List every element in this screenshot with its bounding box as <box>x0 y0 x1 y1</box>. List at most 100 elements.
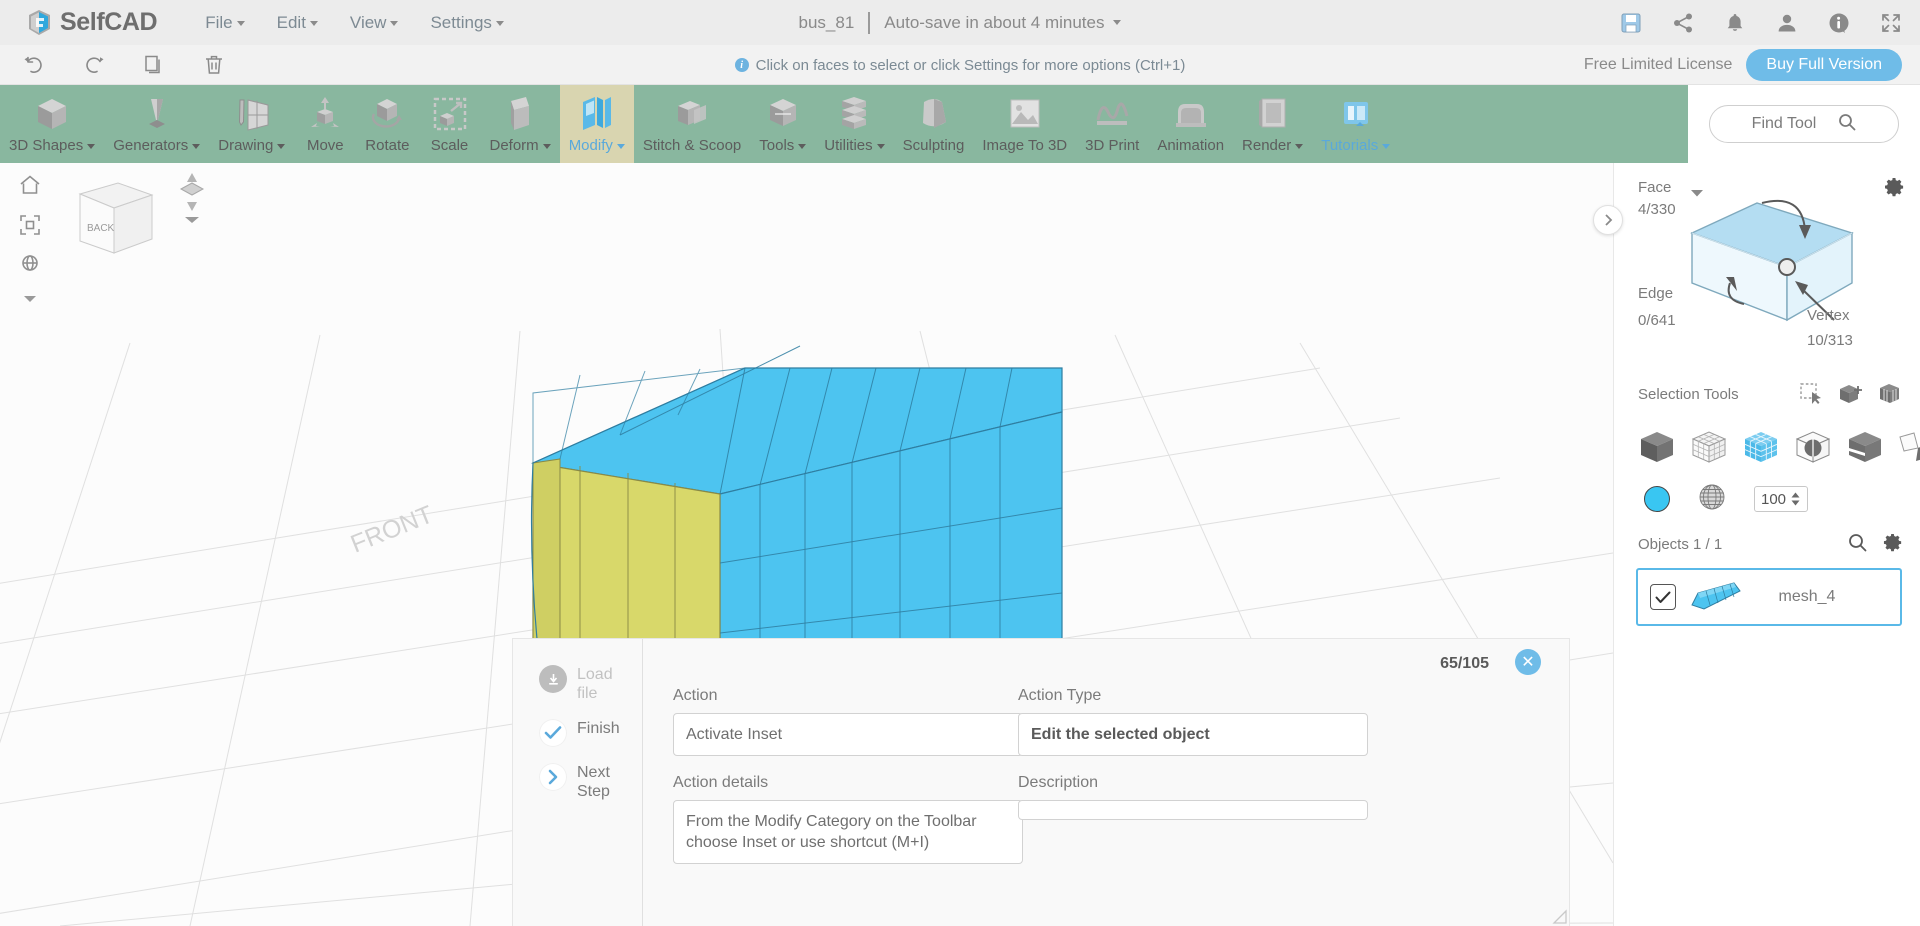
gear-icon[interactable] <box>1884 177 1904 201</box>
toolbar-label: Sculpting <box>902 137 965 154</box>
sphere-in-cube-select-icon[interactable] <box>1794 429 1832 469</box>
face-count: 4/330 <box>1638 201 1676 218</box>
toolbar-item-stitch-scoop[interactable]: Stitch & Scoop <box>634 85 750 163</box>
action-type-value[interactable]: Edit the selected object <box>1018 713 1368 756</box>
tutorial-step-next[interactable]: Next Step <box>539 763 642 801</box>
undo-icon[interactable] <box>22 53 46 77</box>
resize-grip-icon[interactable] <box>1551 908 1567 924</box>
info-icon[interactable] <box>1828 12 1850 34</box>
toolbar-item-generators[interactable]: Generators <box>104 85 209 163</box>
toolbar-item-drawing[interactable]: Drawing <box>209 85 294 163</box>
fullscreen-icon[interactable] <box>1880 12 1902 34</box>
objects-header: Objects 1 / 1 <box>1614 515 1920 556</box>
toolbar-item-3d-print[interactable]: 3D Print <box>1076 85 1148 163</box>
redo-icon[interactable] <box>82 53 106 77</box>
modify-icon <box>575 91 619 137</box>
tutorial-panel: 65/105 ✕ Load file Finish Next Step Acti… <box>512 638 1570 926</box>
action-label: Action <box>673 687 718 704</box>
buy-full-version-button[interactable]: Buy Full Version <box>1746 49 1902 81</box>
search-icon[interactable] <box>1848 533 1867 556</box>
add-selection-icon[interactable] <box>1838 383 1864 409</box>
view-navigation-cube[interactable]: BACK <box>60 169 170 279</box>
selfcad-app: SelfCAD File Edit View Settings bus_81 A… <box>0 0 1920 926</box>
menu-view[interactable]: View <box>334 9 415 37</box>
polygon-plane-select-icon[interactable] <box>1898 431 1920 467</box>
chevron-down-icon <box>495 20 504 26</box>
menu-file[interactable]: File <box>189 9 260 37</box>
close-icon[interactable]: ✕ <box>1515 649 1541 675</box>
menu-edit-label: Edit <box>276 12 306 32</box>
half-cube-select-icon[interactable] <box>1846 429 1884 469</box>
share-icon[interactable] <box>1672 12 1694 34</box>
menu-view-label: View <box>349 12 387 32</box>
object-visibility-checkbox[interactable] <box>1650 584 1676 610</box>
brand-name: SelfCAD <box>60 8 158 36</box>
toolbar-item-rotate[interactable]: Rotate <box>356 85 418 163</box>
menu-edit[interactable]: Edit <box>261 9 334 37</box>
find-tool-label: Find Tool <box>1751 115 1817 132</box>
list-item[interactable]: mesh_4 <box>1636 568 1902 626</box>
rotate-cube-icon <box>365 91 409 137</box>
delete-icon[interactable] <box>202 53 226 77</box>
color-swatch[interactable] <box>1644 486 1670 512</box>
copy-icon[interactable] <box>142 53 166 77</box>
description-value[interactable] <box>1018 800 1368 820</box>
rectangle-select-icon[interactable] <box>1800 383 1824 409</box>
tutorial-action-column: Action Activate Inset Action details Fro… <box>673 687 1023 882</box>
frame-selection-icon[interactable] <box>18 213 42 237</box>
through-selection-icon[interactable] <box>1878 383 1902 409</box>
utilities-icon <box>832 91 876 137</box>
toolbar-item-render[interactable]: Render <box>1233 85 1312 163</box>
notifications-bell-icon[interactable] <box>1724 12 1746 34</box>
toolbar-label: Generators <box>113 137 201 159</box>
toolbar-item-3d-shapes[interactable]: 3D Shapes <box>0 85 104 163</box>
action-value[interactable]: Activate Inset <box>673 713 1023 756</box>
tutorial-step-load-file[interactable]: Load file <box>539 665 642 703</box>
toolbar-item-deform[interactable]: Deform <box>481 85 560 163</box>
toolbar-item-image-to-3d[interactable]: Image To 3D <box>973 85 1076 163</box>
objects-title: Objects 1 / 1 <box>1638 536 1723 553</box>
project-name: bus_81 <box>798 12 855 32</box>
toolbar-item-sculpting[interactable]: Sculpting <box>894 85 974 163</box>
chevron-down-icon[interactable] <box>18 287 42 311</box>
opacity-stepper[interactable]: 100 <box>1754 486 1808 512</box>
render-icon <box>1251 91 1295 137</box>
solid-cube-select-icon[interactable] <box>1638 429 1676 469</box>
toolbar-item-utilities[interactable]: Utilities <box>815 85 893 163</box>
panel-toggle-button[interactable] <box>1593 205 1623 235</box>
gear-icon[interactable] <box>1883 533 1902 556</box>
tutorial-step-finish[interactable]: Finish <box>539 719 642 747</box>
viewport-left-toolbar <box>18 173 42 311</box>
toolbar-item-tools[interactable]: Tools <box>750 85 815 163</box>
checker-sphere-icon[interactable] <box>1698 483 1726 515</box>
top-right-icons <box>1620 0 1902 45</box>
user-account-icon[interactable] <box>1776 12 1798 34</box>
toolbar-item-modify[interactable]: Modify <box>559 85 634 163</box>
menu-settings[interactable]: Settings <box>414 9 519 37</box>
perspective-toggle-icon[interactable] <box>18 253 42 277</box>
save-icon[interactable] <box>1620 12 1642 34</box>
subdivided-cube-select-icon[interactable] <box>1742 429 1780 469</box>
right-panel: Face 4/330 Edge 0/641 Vertex 10/313 Sele… <box>1613 163 1920 926</box>
cube-icon <box>30 91 74 137</box>
stepper-arrows-icon[interactable] <box>1790 489 1801 509</box>
stitch-scoop-icon <box>670 91 714 137</box>
toolbar-item-tutorials[interactable]: Tutorials <box>1312 85 1399 163</box>
toolbar-item-scale[interactable]: Scale <box>419 85 481 163</box>
app-logo[interactable]: SelfCAD <box>26 8 158 37</box>
pencil-grid-icon <box>230 91 274 137</box>
find-tool-button[interactable]: Find Tool <box>1709 105 1899 143</box>
home-view-icon[interactable] <box>18 173 42 197</box>
animation-icon <box>1169 91 1213 137</box>
toolbar-item-animation[interactable]: Animation <box>1148 85 1233 163</box>
image-to-3d-icon <box>1003 91 1047 137</box>
toolbar-item-move[interactable]: Move <box>294 85 356 163</box>
chevron-down-icon <box>309 20 318 26</box>
tutorial-action-type-column: Action Type Edit the selected object Des… <box>1018 687 1368 838</box>
chevron-down-icon[interactable] <box>1113 20 1122 25</box>
action-details-value[interactable]: From the Modify Category on the Toolbar … <box>673 800 1023 864</box>
move-pivot-gizmo[interactable] <box>175 171 209 223</box>
wireframe-cube-select-icon[interactable] <box>1690 429 1728 469</box>
divider <box>868 11 871 34</box>
selection-mode-icons <box>1800 383 1902 409</box>
